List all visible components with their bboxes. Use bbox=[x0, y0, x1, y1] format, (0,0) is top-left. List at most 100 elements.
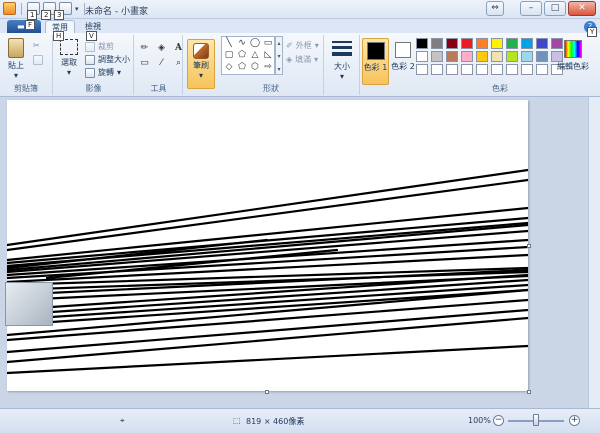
drawing-canvas[interactable] bbox=[7, 100, 528, 391]
palette-color-swatch[interactable] bbox=[461, 51, 473, 62]
paste-dropdown-icon: ▾ bbox=[13, 71, 18, 80]
color2-swatch bbox=[395, 42, 411, 58]
fill-bucket-icon[interactable]: ◈ bbox=[155, 42, 168, 54]
triangle-shape-icon[interactable]: △ bbox=[249, 50, 261, 61]
copy-button[interactable] bbox=[33, 55, 43, 65]
title-bar: ▾ 未命名 - 小畫家 ⇔ – □ ✕ bbox=[0, 0, 600, 19]
outline-button[interactable]: ✐ 外框 ▾ bbox=[286, 40, 319, 51]
color1-button[interactable]: 色彩 1 bbox=[362, 38, 389, 85]
oval-shape-icon[interactable]: ◯ bbox=[249, 38, 261, 49]
diamond-shape-icon[interactable]: ◇ bbox=[223, 62, 235, 73]
palette-color-swatch[interactable] bbox=[506, 64, 518, 75]
palette-color-swatch[interactable] bbox=[416, 51, 428, 62]
maximize-button[interactable]: □ bbox=[544, 1, 566, 16]
pentagon-shape-icon[interactable]: ⬠ bbox=[236, 62, 248, 73]
line-size-icon bbox=[332, 41, 352, 59]
rounded-rect-shape-icon[interactable]: ▢ bbox=[223, 50, 235, 61]
shapes-scroll[interactable]: ▴ ▾ ▾ bbox=[275, 36, 283, 75]
outline-dropdown-icon: ▾ bbox=[314, 41, 319, 50]
palette-color-swatch[interactable] bbox=[431, 64, 443, 75]
zoom-out-button[interactable]: − bbox=[493, 415, 504, 426]
shapes-group-label: 形狀 bbox=[263, 84, 279, 93]
arrow-shape-icon[interactable]: ⇨ bbox=[262, 62, 274, 73]
palette-color-swatch[interactable] bbox=[476, 64, 488, 75]
keytip-redo: 3 bbox=[54, 10, 65, 20]
palette-color-swatch[interactable] bbox=[536, 38, 548, 49]
rectangle-shape-icon[interactable]: ▭ bbox=[262, 38, 274, 49]
paste-button[interactable]: 貼上 ▾ bbox=[4, 38, 28, 80]
shapes-gallery[interactable]: ╲ ∿ ◯ ▭ ▢ ⬠ △ ◺ ◇ ⬠ ⬡ ⇨ bbox=[221, 36, 275, 75]
palette-color-swatch[interactable] bbox=[431, 38, 443, 49]
restore-pair-icon[interactable]: ⇔ bbox=[486, 1, 504, 16]
rotate-dropdown-icon: ▾ bbox=[117, 68, 122, 77]
curve-shape-icon[interactable]: ∿ bbox=[236, 38, 248, 49]
palette-color-swatch[interactable] bbox=[536, 64, 548, 75]
rotate-button[interactable]: 旋轉 ▾ bbox=[85, 67, 121, 78]
fill-button[interactable]: ◈ 填滿 ▾ bbox=[286, 54, 318, 65]
file-menu-button[interactable]: ▬ ▾ bbox=[7, 20, 41, 33]
qat-dropdown-icon[interactable]: ▾ bbox=[75, 5, 79, 13]
palette-color-swatch[interactable] bbox=[416, 38, 428, 49]
brushes-button[interactable]: 筆刷 ▾ bbox=[187, 39, 215, 89]
crop-button[interactable]: 裁剪 bbox=[85, 41, 114, 52]
outline-icon: ✐ bbox=[286, 41, 293, 50]
palette-color-swatch[interactable] bbox=[461, 38, 473, 49]
resize-button[interactable]: 調整大小 bbox=[85, 54, 130, 65]
eraser-icon[interactable]: ▭ bbox=[138, 57, 151, 69]
zoom-slider-thumb[interactable] bbox=[533, 414, 539, 426]
palette-color-swatch[interactable] bbox=[521, 51, 533, 62]
select-label: 選取 bbox=[61, 58, 77, 67]
palette-color-swatch[interactable] bbox=[491, 64, 503, 75]
color2-button[interactable]: 色彩 2 bbox=[391, 38, 415, 85]
ribbon: 貼上 ▾ ✂ 剪貼簿 選取 ▾ 裁剪 調整大小 旋轉 ▾ 影像 ✏ ◈ A ▭ ⁄… bbox=[0, 33, 600, 97]
palette-color-swatch[interactable] bbox=[476, 51, 488, 62]
size-button[interactable]: 大小 ▾ bbox=[330, 41, 354, 81]
palette-color-swatch[interactable] bbox=[491, 38, 503, 49]
palette-color-swatch[interactable] bbox=[446, 51, 458, 62]
palette-color-swatch[interactable] bbox=[506, 38, 518, 49]
palette-color-swatch[interactable] bbox=[446, 38, 458, 49]
palette-color-swatch[interactable] bbox=[536, 51, 548, 62]
canvas-resize-handle-corner[interactable] bbox=[527, 390, 531, 394]
polygon-shape-icon[interactable]: ⬠ bbox=[236, 50, 248, 61]
palette-color-swatch[interactable] bbox=[506, 51, 518, 62]
line-shape-icon[interactable]: ╲ bbox=[223, 38, 235, 49]
palette-color-swatch[interactable] bbox=[521, 64, 533, 75]
canvas-resize-handle-right[interactable] bbox=[527, 244, 531, 248]
minimize-button[interactable]: – bbox=[520, 1, 542, 16]
drawn-lines bbox=[7, 168, 528, 375]
scissors-icon: ✂ bbox=[33, 41, 40, 50]
zoom-in-button[interactable]: + bbox=[569, 415, 580, 426]
keytip-view: V bbox=[86, 31, 97, 41]
select-dropdown-icon: ▾ bbox=[66, 68, 71, 77]
select-button[interactable]: 選取 ▾ bbox=[58, 39, 80, 77]
canvas-size-icon: ⬚ bbox=[233, 416, 241, 425]
color2-label: 色彩 2 bbox=[391, 62, 415, 71]
palette-color-swatch[interactable] bbox=[476, 38, 488, 49]
rotate-icon bbox=[85, 67, 95, 78]
canvas-resize-handle-bottom[interactable] bbox=[265, 390, 269, 394]
clipboard-group: 貼上 ▾ ✂ 剪貼簿 bbox=[0, 35, 53, 95]
paint-app-icon[interactable] bbox=[3, 2, 16, 15]
palette-color-swatch[interactable] bbox=[446, 64, 458, 75]
hexagon-shape-icon[interactable]: ⬡ bbox=[249, 62, 261, 73]
vertical-scrollbar[interactable] bbox=[588, 97, 600, 408]
brushes-dropdown-icon: ▾ bbox=[198, 71, 203, 80]
paste-icon bbox=[8, 38, 24, 58]
palette-color-swatch[interactable] bbox=[521, 38, 533, 49]
palette-color-swatch[interactable] bbox=[416, 64, 428, 75]
qat-separator bbox=[21, 2, 22, 15]
palette-color-swatch[interactable] bbox=[491, 51, 503, 62]
cursor-position-icon: ⌖ bbox=[120, 416, 125, 425]
cut-button[interactable]: ✂ bbox=[33, 41, 40, 50]
color-picker-icon[interactable]: ⁄ bbox=[155, 57, 168, 69]
palette-color-swatch[interactable] bbox=[431, 51, 443, 62]
size-label: 大小 bbox=[334, 62, 350, 71]
pencil-icon[interactable]: ✏ bbox=[138, 42, 151, 54]
edit-colors-button[interactable]: 編輯色彩 bbox=[556, 38, 590, 72]
color1-label: 色彩 1 bbox=[363, 63, 388, 72]
close-button[interactable]: ✕ bbox=[568, 1, 596, 16]
right-triangle-shape-icon[interactable]: ◺ bbox=[262, 50, 274, 61]
palette-color-swatch[interactable] bbox=[461, 64, 473, 75]
image-group: 選取 ▾ 裁剪 調整大小 旋轉 ▾ 影像 bbox=[54, 35, 134, 95]
